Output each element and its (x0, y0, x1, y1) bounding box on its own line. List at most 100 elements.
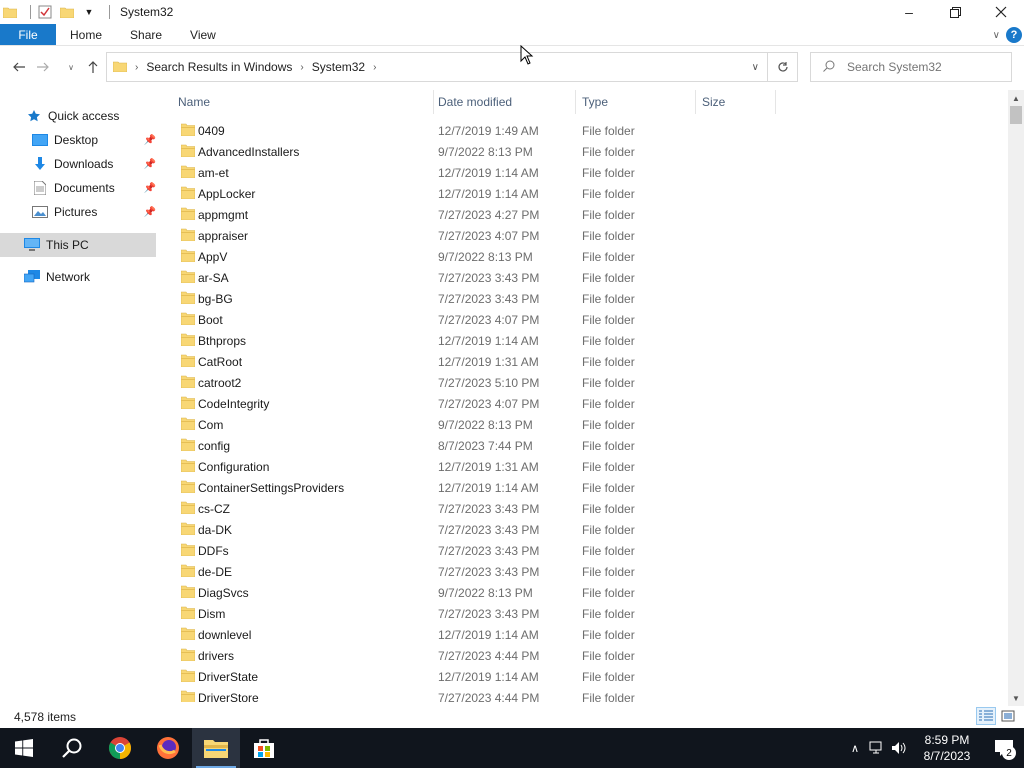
file-row[interactable]: DDFs 7/27/2023 3:43 PM File folder (172, 540, 772, 561)
file-name: Configuration (198, 459, 270, 474)
file-row[interactable]: appmgmt 7/27/2023 4:27 PM File folder (172, 204, 772, 225)
start-button[interactable] (0, 728, 48, 768)
chrome-icon[interactable] (96, 728, 144, 768)
expand-ribbon-icon[interactable]: ∨ (993, 30, 1000, 41)
breadcrumb-system32[interactable]: System32 (312, 60, 365, 74)
file-row[interactable]: 0409 12/7/2019 1:49 AM File folder (172, 120, 772, 141)
search-box[interactable] (810, 52, 1012, 82)
folder-icon (180, 396, 196, 410)
properties-icon[interactable] (37, 4, 53, 20)
tab-home[interactable]: Home (56, 24, 116, 45)
vertical-scrollbar[interactable]: ▲ ▼ (1008, 90, 1024, 706)
back-button[interactable] (8, 56, 30, 78)
recent-locations-button[interactable]: ∨ (60, 56, 82, 78)
nav-quick-access[interactable]: Quick access (26, 104, 150, 128)
file-row[interactable]: config 8/7/2023 7:44 PM File folder (172, 435, 772, 456)
column-header-name[interactable]: Name ^ (172, 90, 434, 114)
store-icon[interactable] (240, 728, 288, 768)
chevron-right-icon[interactable]: › (300, 62, 303, 73)
nav-desktop[interactable]: Desktop 📌 (32, 128, 156, 152)
large-icons-view-button[interactable] (998, 707, 1018, 725)
pin-icon[interactable]: 📌 (144, 207, 156, 218)
file-row[interactable]: ContainerSettingsProviders 12/7/2019 1:14… (172, 477, 772, 498)
clock[interactable]: 8:59 PM 8/7/2023 (910, 732, 984, 764)
computer-icon (24, 237, 40, 253)
file-row[interactable]: AppV 9/7/2022 8:13 PM File folder (172, 246, 772, 267)
system-tray: ∧ 8:59 PM 8/7/2023 2 (844, 728, 1024, 768)
forward-button[interactable] (32, 56, 54, 78)
file-row[interactable]: Boot 7/27/2023 4:07 PM File folder (172, 309, 772, 330)
close-button[interactable] (978, 0, 1024, 24)
chevron-right-icon[interactable]: › (135, 62, 138, 73)
nav-documents[interactable]: Documents 📌 (32, 176, 156, 200)
column-header-date[interactable]: Date modified (432, 90, 576, 114)
file-row[interactable]: Bthprops 12/7/2019 1:14 AM File folder (172, 330, 772, 351)
file-row[interactable]: CatRoot 12/7/2019 1:31 AM File folder (172, 351, 772, 372)
file-explorer-taskbar-button[interactable] (192, 728, 240, 768)
file-row[interactable]: DriverState 12/7/2019 1:14 AM File folder (172, 666, 772, 687)
pin-icon[interactable]: 📌 (144, 183, 156, 194)
file-row[interactable]: Dism 7/27/2023 3:43 PM File folder (172, 603, 772, 624)
scroll-up-arrow[interactable]: ▲ (1008, 90, 1024, 106)
file-row[interactable]: downlevel 12/7/2019 1:14 AM File folder (172, 624, 772, 645)
scroll-down-arrow[interactable]: ▼ (1008, 690, 1024, 706)
separator (109, 5, 110, 19)
details-view-button[interactable] (976, 707, 996, 725)
customize-toolbar-icon[interactable]: ▼ (81, 4, 97, 20)
folder-icon (180, 270, 196, 284)
file-date-modified: 7/27/2023 4:07 PM (438, 312, 540, 327)
file-name: ar-SA (198, 270, 229, 285)
restore-button[interactable] (932, 0, 978, 24)
firefox-icon[interactable] (144, 728, 192, 768)
ribbon: File Home Share View ∨ ? (0, 24, 1024, 46)
file-date-modified: 7/27/2023 5:10 PM (438, 375, 540, 390)
file-row[interactable]: am-et 12/7/2019 1:14 AM File folder (172, 162, 772, 183)
address-bar[interactable]: › Search Results in Windows › System32 ›… (106, 52, 768, 82)
refresh-button[interactable] (768, 52, 798, 82)
breadcrumb-search-results[interactable]: Search Results in Windows (146, 60, 292, 74)
file-row[interactable]: DiagSvcs 9/7/2022 8:13 PM File folder (172, 582, 772, 603)
file-row[interactable]: appraiser 7/27/2023 4:07 PM File folder (172, 225, 772, 246)
column-header-type[interactable]: Type (576, 90, 696, 114)
nav-network[interactable]: Network (24, 265, 154, 289)
pin-icon[interactable]: 📌 (144, 135, 156, 146)
file-row[interactable]: bg-BG 7/27/2023 3:43 PM File folder (172, 288, 772, 309)
file-row[interactable]: ar-SA 7/27/2023 3:43 PM File folder (172, 267, 772, 288)
help-button[interactable]: ? (1006, 27, 1022, 43)
file-name: DriverState (198, 669, 259, 684)
action-center-button[interactable]: 2 (984, 728, 1024, 768)
file-row[interactable]: catroot2 7/27/2023 5:10 PM File folder (172, 372, 772, 393)
file-row[interactable]: AppLocker 12/7/2019 1:14 AM File folder (172, 183, 772, 204)
network-status-icon[interactable] (866, 728, 888, 768)
file-row[interactable]: DriverStore 7/27/2023 4:44 PM File folder (172, 687, 772, 702)
up-button[interactable] (82, 56, 104, 78)
pin-icon[interactable]: 📌 (144, 159, 156, 170)
minimize-button[interactable]: – (886, 0, 932, 24)
chevron-right-icon[interactable]: › (373, 62, 376, 73)
file-row[interactable]: da-DK 7/27/2023 3:43 PM File folder (172, 519, 772, 540)
search-taskbar-button[interactable] (48, 728, 96, 768)
file-tab[interactable]: File (0, 24, 56, 45)
nav-downloads[interactable]: Downloads 📌 (32, 152, 156, 176)
file-name: CatRoot (198, 354, 243, 369)
file-row[interactable]: de-DE 7/27/2023 3:43 PM File folder (172, 561, 772, 582)
search-input[interactable] (847, 60, 997, 74)
folder-icon (180, 438, 196, 452)
nav-this-pc[interactable]: This PC (0, 233, 156, 257)
tab-view[interactable]: View (176, 24, 230, 45)
file-row[interactable]: Configuration 12/7/2019 1:31 AM File folde… (172, 456, 772, 477)
file-row[interactable]: cs-CZ 7/27/2023 3:43 PM File folder (172, 498, 772, 519)
new-folder-icon[interactable] (59, 4, 75, 20)
column-header-size[interactable]: Size (696, 90, 776, 114)
tab-share[interactable]: Share (116, 24, 176, 45)
volume-icon[interactable] (888, 728, 910, 768)
file-row[interactable]: Com 9/7/2022 8:13 PM File folder (172, 414, 772, 435)
show-hidden-icons-icon[interactable]: ∧ (844, 728, 866, 768)
file-row[interactable]: AdvancedInstallers 9/7/2022 8:13 PM File f… (172, 141, 772, 162)
scroll-thumb[interactable] (1010, 106, 1022, 124)
file-type: File folder (582, 333, 635, 348)
nav-pictures[interactable]: Pictures 📌 (32, 200, 156, 224)
file-row[interactable]: drivers 7/27/2023 4:44 PM File folder (172, 645, 772, 666)
file-row[interactable]: CodeIntegrity 7/27/2023 4:07 PM File folde… (172, 393, 772, 414)
address-dropdown-icon[interactable]: ∨ (752, 62, 759, 73)
